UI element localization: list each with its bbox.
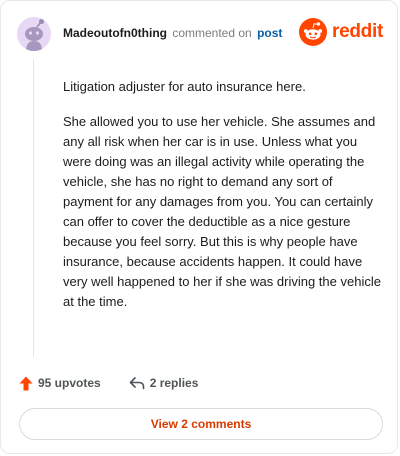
username[interactable]: Madeoutofn0thing <box>63 26 167 40</box>
post-link[interactable]: post <box>257 26 282 40</box>
reply-arrow-icon <box>129 377 145 390</box>
reddit-logo[interactable]: reddit <box>299 17 383 47</box>
upvote-count: 95 upvotes <box>38 376 101 390</box>
comment-body: Litigation adjuster for auto insurance h… <box>63 77 381 327</box>
upvote-arrow-icon <box>19 376 33 390</box>
comment-paragraph: Litigation adjuster for auto insurance h… <box>63 79 306 94</box>
snoo-avatar-icon <box>17 17 51 51</box>
comment-paragraph: She allowed you to use her vehicle. She … <box>63 114 381 309</box>
comment-meta: Madeoutofn0thing commented on post <box>63 26 282 40</box>
view-comments-button[interactable]: View 2 comments <box>19 408 383 440</box>
replies-count: 2 replies <box>149 376 199 390</box>
action-text: commented on <box>172 26 252 40</box>
replies-button[interactable]: 2 replies <box>129 376 199 390</box>
comment-actions: 95 upvotes 2 replies <box>19 373 198 393</box>
thread-line[interactable] <box>33 59 34 357</box>
reddit-wordmark: reddit <box>332 21 383 42</box>
upvote-button[interactable]: 95 upvotes <box>19 376 101 391</box>
comment-header: Madeoutofn0thing commented on post reddi… <box>17 17 383 51</box>
comment-card: Madeoutofn0thing commented on post reddi… <box>0 0 398 454</box>
avatar[interactable] <box>17 17 51 51</box>
reddit-snoo-icon <box>299 18 328 46</box>
